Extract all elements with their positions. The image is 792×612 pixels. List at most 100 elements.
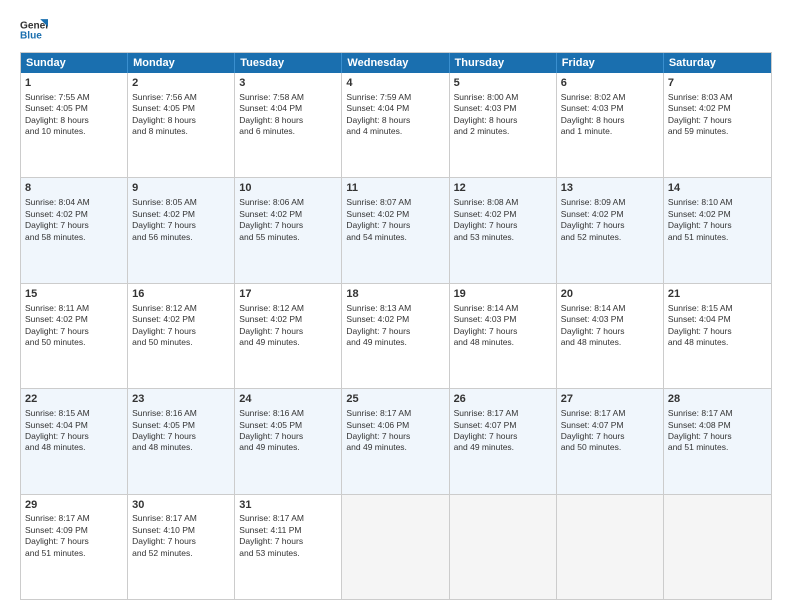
header-day-sunday: Sunday: [21, 53, 128, 73]
day-number: 23: [132, 392, 230, 407]
day-info-line: Sunrise: 8:00 AM: [454, 92, 519, 102]
day-number: 9: [132, 181, 230, 196]
day-number: 17: [239, 287, 337, 302]
day-info-line: and 48 minutes.: [132, 442, 192, 452]
svg-text:Blue: Blue: [20, 31, 42, 42]
day-info-line: and 52 minutes.: [561, 232, 621, 242]
day-info-line: Sunrise: 8:14 AM: [561, 303, 626, 313]
day-cell-23: 23Sunrise: 8:16 AMSunset: 4:05 PMDayligh…: [128, 389, 235, 493]
calendar-week-2: 8Sunrise: 8:04 AMSunset: 4:02 PMDaylight…: [21, 177, 771, 282]
day-info-line: and 6 minutes.: [239, 126, 295, 136]
day-cell-26: 26Sunrise: 8:17 AMSunset: 4:07 PMDayligh…: [450, 389, 557, 493]
empty-cell: [664, 495, 771, 599]
day-info-line: Sunrise: 8:04 AM: [25, 197, 90, 207]
day-cell-6: 6Sunrise: 8:02 AMSunset: 4:03 PMDaylight…: [557, 73, 664, 177]
day-info-line: Daylight: 7 hours: [668, 431, 732, 441]
day-number: 2: [132, 76, 230, 91]
day-info-line: Daylight: 7 hours: [132, 431, 196, 441]
day-cell-8: 8Sunrise: 8:04 AMSunset: 4:02 PMDaylight…: [21, 178, 128, 282]
day-cell-30: 30Sunrise: 8:17 AMSunset: 4:10 PMDayligh…: [128, 495, 235, 599]
day-info-line: and 49 minutes.: [239, 442, 299, 452]
day-info-line: Daylight: 7 hours: [346, 326, 410, 336]
day-info-line: Sunrise: 8:15 AM: [25, 408, 90, 418]
day-cell-18: 18Sunrise: 8:13 AMSunset: 4:02 PMDayligh…: [342, 284, 449, 388]
day-cell-11: 11Sunrise: 8:07 AMSunset: 4:02 PMDayligh…: [342, 178, 449, 282]
day-number: 7: [668, 76, 767, 91]
day-info-line: and 53 minutes.: [454, 232, 514, 242]
day-info-line: Daylight: 7 hours: [454, 431, 518, 441]
day-number: 27: [561, 392, 659, 407]
day-info-line: Daylight: 8 hours: [561, 115, 625, 125]
day-number: 21: [668, 287, 767, 302]
day-info-line: Sunset: 4:05 PM: [239, 420, 302, 430]
calendar-week-3: 15Sunrise: 8:11 AMSunset: 4:02 PMDayligh…: [21, 283, 771, 388]
day-info-line: Sunrise: 8:10 AM: [668, 197, 733, 207]
day-info-line: Sunrise: 8:14 AM: [454, 303, 519, 313]
header-day-tuesday: Tuesday: [235, 53, 342, 73]
header-day-wednesday: Wednesday: [342, 53, 449, 73]
day-info-line: and 49 minutes.: [239, 337, 299, 347]
day-info-line: Sunset: 4:02 PM: [239, 209, 302, 219]
day-info-line: Sunset: 4:02 PM: [239, 314, 302, 324]
day-info-line: Sunrise: 8:17 AM: [668, 408, 733, 418]
day-info-line: and 50 minutes.: [132, 337, 192, 347]
calendar-week-1: 1Sunrise: 7:55 AMSunset: 4:05 PMDaylight…: [21, 73, 771, 177]
day-info-line: and 10 minutes.: [25, 126, 85, 136]
day-cell-7: 7Sunrise: 8:03 AMSunset: 4:02 PMDaylight…: [664, 73, 771, 177]
day-info-line: Sunset: 4:02 PM: [346, 209, 409, 219]
day-info-line: Daylight: 7 hours: [561, 220, 625, 230]
day-info-line: Sunrise: 8:02 AM: [561, 92, 626, 102]
day-info-line: Sunset: 4:02 PM: [668, 103, 731, 113]
day-cell-13: 13Sunrise: 8:09 AMSunset: 4:02 PMDayligh…: [557, 178, 664, 282]
day-info-line: Sunset: 4:04 PM: [668, 314, 731, 324]
calendar: SundayMondayTuesdayWednesdayThursdayFrid…: [20, 52, 772, 600]
day-info-line: and 50 minutes.: [25, 337, 85, 347]
day-info-line: and 49 minutes.: [346, 337, 406, 347]
day-cell-9: 9Sunrise: 8:05 AMSunset: 4:02 PMDaylight…: [128, 178, 235, 282]
day-info-line: Daylight: 8 hours: [346, 115, 410, 125]
day-number: 10: [239, 181, 337, 196]
calendar-week-4: 22Sunrise: 8:15 AMSunset: 4:04 PMDayligh…: [21, 388, 771, 493]
day-cell-2: 2Sunrise: 7:56 AMSunset: 4:05 PMDaylight…: [128, 73, 235, 177]
day-info-line: and 48 minutes.: [668, 337, 728, 347]
day-info-line: and 48 minutes.: [454, 337, 514, 347]
header-day-monday: Monday: [128, 53, 235, 73]
day-number: 22: [25, 392, 123, 407]
day-info-line: Daylight: 7 hours: [25, 431, 89, 441]
day-info-line: Sunset: 4:02 PM: [346, 314, 409, 324]
day-info-line: Sunrise: 7:58 AM: [239, 92, 304, 102]
day-info-line: and 4 minutes.: [346, 126, 402, 136]
day-info-line: Sunrise: 7:59 AM: [346, 92, 411, 102]
day-info-line: Daylight: 8 hours: [25, 115, 89, 125]
day-number: 28: [668, 392, 767, 407]
calendar-week-5: 29Sunrise: 8:17 AMSunset: 4:09 PMDayligh…: [21, 494, 771, 599]
day-info-line: Daylight: 7 hours: [239, 220, 303, 230]
day-info-line: Daylight: 7 hours: [454, 326, 518, 336]
day-info-line: Daylight: 7 hours: [132, 326, 196, 336]
day-number: 31: [239, 498, 337, 513]
day-cell-28: 28Sunrise: 8:17 AMSunset: 4:08 PMDayligh…: [664, 389, 771, 493]
day-info-line: Daylight: 7 hours: [668, 115, 732, 125]
day-info-line: Daylight: 8 hours: [132, 115, 196, 125]
day-info-line: Sunset: 4:03 PM: [454, 314, 517, 324]
day-info-line: Daylight: 7 hours: [454, 220, 518, 230]
day-info-line: and 59 minutes.: [668, 126, 728, 136]
day-cell-21: 21Sunrise: 8:15 AMSunset: 4:04 PMDayligh…: [664, 284, 771, 388]
day-info-line: Daylight: 7 hours: [561, 326, 625, 336]
day-info-line: and 53 minutes.: [239, 548, 299, 558]
day-info-line: Sunrise: 7:56 AM: [132, 92, 197, 102]
day-info-line: Daylight: 7 hours: [346, 220, 410, 230]
day-cell-5: 5Sunrise: 8:00 AMSunset: 4:03 PMDaylight…: [450, 73, 557, 177]
day-number: 24: [239, 392, 337, 407]
day-info-line: Sunrise: 8:16 AM: [132, 408, 197, 418]
day-cell-12: 12Sunrise: 8:08 AMSunset: 4:02 PMDayligh…: [450, 178, 557, 282]
day-info-line: Daylight: 7 hours: [25, 326, 89, 336]
day-number: 12: [454, 181, 552, 196]
day-number: 26: [454, 392, 552, 407]
day-number: 30: [132, 498, 230, 513]
day-cell-24: 24Sunrise: 8:16 AMSunset: 4:05 PMDayligh…: [235, 389, 342, 493]
day-info-line: Daylight: 8 hours: [454, 115, 518, 125]
day-info-line: Sunrise: 8:17 AM: [132, 513, 197, 523]
day-cell-14: 14Sunrise: 8:10 AMSunset: 4:02 PMDayligh…: [664, 178, 771, 282]
day-info-line: Sunset: 4:02 PM: [668, 209, 731, 219]
